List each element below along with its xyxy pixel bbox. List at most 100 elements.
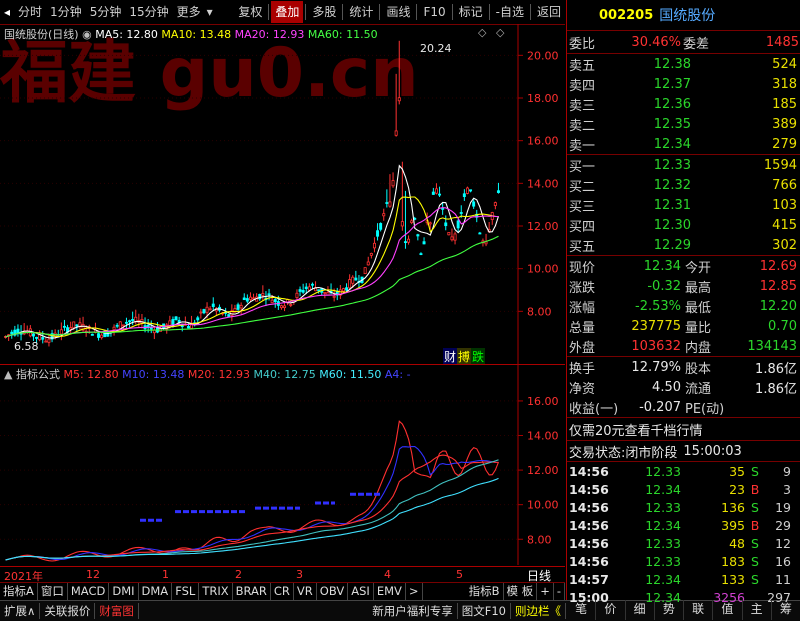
book-volume: 524 — [772, 56, 797, 72]
book-row[interactable]: 卖四 12.37 318 — [567, 74, 800, 94]
tick-row[interactable]: 14:56 12.34 23 B 3 — [567, 480, 800, 498]
toolbar-item-f10[interactable]: F10 — [419, 1, 449, 23]
quote-panel: 002205 国统股份 委比 30.46% 委差 1485 卖五 12.38 524… — [566, 0, 800, 620]
candle-body — [62, 325, 66, 328]
badge-popular[interactable]: 搏 — [457, 348, 472, 365]
toolbar-item-mark[interactable]: 标记 — [455, 1, 487, 23]
tab-fsl[interactable]: FSL — [172, 583, 200, 600]
indicator-up-icon[interactable]: ▲ — [4, 368, 12, 381]
tick-list[interactable]: 14:56 12.33 35 S 9 14:56 12.34 23 B 3 14:56 12.33 13… — [567, 462, 800, 606]
candle-body — [351, 276, 355, 284]
quote-label: 最高 — [685, 280, 712, 296]
toolbar-item-draw[interactable]: 画线 — [382, 1, 414, 23]
candle-body — [248, 296, 252, 300]
book-row[interactable]: 买三 12.31 103 — [567, 195, 800, 215]
tab-add[interactable]: + — [537, 583, 554, 600]
candle-body — [419, 253, 423, 256]
status-related-quote[interactable]: 关联报价 — [40, 603, 96, 619]
book-row[interactable]: 卖五 12.38 524 — [567, 54, 800, 74]
toolbar-item-watchlist[interactable]: -自选 — [492, 1, 528, 23]
status-expand[interactable]: 扩展∧ — [0, 603, 41, 619]
toolbar-item-15min[interactable]: 15分钟 — [125, 1, 172, 23]
tab-trend[interactable]: 势 — [655, 600, 684, 620]
tab-dmi[interactable]: DMI — [109, 583, 139, 600]
more-dropdown-icon[interactable]: ▾ — [205, 1, 215, 23]
toolbar-item-5min[interactable]: 5分钟 — [86, 1, 126, 23]
status-new-user[interactable]: 新用户福利专享 — [368, 603, 458, 619]
tab-cr[interactable]: CR — [271, 583, 294, 600]
book-row[interactable]: 买四 12.30 415 — [567, 215, 800, 235]
promo-row[interactable]: 仅需20元查看千档行情 — [567, 418, 800, 441]
tick-row[interactable]: 14:56 12.33 35 S 9 — [567, 462, 800, 480]
toolbar-item-overlay[interactable]: 叠加 — [271, 1, 304, 23]
tab-emv[interactable]: EMV — [374, 583, 406, 600]
tab-detail[interactable]: 细 — [626, 600, 655, 620]
candle-body — [462, 193, 466, 197]
watermark: 福建 gu0.cn — [0, 34, 419, 113]
tick-row[interactable]: 14:56 12.34 395 B 29 — [567, 516, 800, 534]
tab-asi[interactable]: ASI — [348, 583, 374, 600]
tab-indicator-b[interactable]: 指标B — [466, 583, 504, 600]
tab-chips[interactable]: 筹 — [772, 600, 800, 620]
fundamental-value: 1.86亿 — [755, 381, 797, 397]
tab-price[interactable]: 价 — [596, 600, 626, 620]
tick-row[interactable]: 14:56 12.33 183 S 16 — [567, 552, 800, 570]
tab-trades[interactable]: 笔 — [567, 600, 597, 620]
candle-body — [363, 267, 367, 275]
diamond-icon[interactable]: ◇ — [478, 26, 486, 39]
tick-row[interactable]: 14:56 12.33 48 S 12 — [567, 534, 800, 552]
book-row[interactable]: 卖一 12.34 279 — [567, 134, 800, 154]
tab-main[interactable]: 主 — [743, 600, 772, 620]
toolbar-item-fenshi[interactable]: 分时 — [14, 1, 46, 23]
tick-row[interactable]: 14:56 12.33 136 S 19 — [567, 498, 800, 516]
candle-body — [438, 193, 442, 196]
indicator-chart[interactable]: 16.00 14.00 12.00 10.00 8.00 — [0, 365, 565, 565]
toolbar-item-stats[interactable]: 统计 — [345, 1, 377, 23]
settings-dot-icon[interactable]: ◉ — [82, 28, 92, 41]
badge-fall[interactable]: 跌 — [471, 348, 486, 365]
tab-vr[interactable]: VR — [294, 583, 317, 600]
book-row[interactable]: 卖三 12.36 185 — [567, 94, 800, 114]
book-volume: 185 — [772, 96, 797, 112]
fundamental-label: PE(动) — [685, 401, 725, 417]
status-sidebar[interactable]: 则边栏《 — [511, 603, 566, 619]
tab-remove[interactable]: - — [554, 583, 565, 600]
toolbar-item-return[interactable]: 返回 — [533, 1, 565, 23]
diamond-icon[interactable]: ◇ — [496, 26, 504, 39]
book-row[interactable]: 买五 12.29 302 — [567, 235, 800, 255]
candle-body — [394, 130, 398, 136]
candle-body — [41, 337, 45, 340]
status-wealth-chart[interactable]: 财富图 — [95, 603, 139, 619]
tab-obv[interactable]: OBV — [317, 583, 349, 600]
tab-template[interactable]: 模 板 — [504, 583, 538, 600]
tab-trix[interactable]: TRIX — [199, 583, 233, 600]
tick-count: 12 — [775, 535, 791, 551]
toolbar-separator — [529, 4, 531, 20]
book-row[interactable]: 买二 12.32 766 — [567, 175, 800, 195]
tab-brar[interactable]: BRAR — [233, 583, 271, 600]
tab-window[interactable]: 窗口 — [38, 583, 68, 600]
toolbar-item-more[interactable]: 更多 — [173, 1, 205, 23]
indicator-title[interactable]: 指标公式 — [16, 368, 60, 381]
book-row[interactable]: 买一 12.33 1594 — [567, 155, 800, 175]
tab-next-arrow[interactable]: > — [406, 583, 423, 600]
tick-row[interactable]: 14:57 12.34 133 S 11 — [567, 570, 800, 588]
tab-value[interactable]: 值 — [713, 600, 743, 620]
tab-indicator-a[interactable]: 指标A — [0, 583, 38, 600]
tab-link[interactable]: 联 — [684, 600, 714, 620]
toolbar-item-1min[interactable]: 1分钟 — [46, 1, 86, 23]
tab-macd[interactable]: MACD — [68, 583, 110, 600]
tick-price: 12.33 — [645, 463, 681, 479]
status-f10[interactable]: 图文F10 — [458, 603, 511, 619]
candle-body — [295, 292, 299, 298]
toolbar-item-multi[interactable]: 多股 — [308, 1, 340, 23]
candlestick-chart[interactable]: 福建 gu0.cn 20.00 18.00 16.00 14.00 12.00 10.00… — [0, 24, 565, 364]
back-arrow-icon[interactable]: ◂ — [0, 1, 14, 23]
toolbar-item-fuquan[interactable]: 复权 — [234, 1, 266, 23]
tick-price: 12.34 — [645, 481, 681, 497]
ma-line — [5, 196, 499, 338]
badge-finance[interactable]: 财 — [443, 348, 458, 365]
promo-text[interactable]: 仅需20元查看千档行情 — [567, 420, 703, 439]
tab-dma[interactable]: DMA — [139, 583, 173, 600]
book-row[interactable]: 卖二 12.35 389 — [567, 114, 800, 134]
